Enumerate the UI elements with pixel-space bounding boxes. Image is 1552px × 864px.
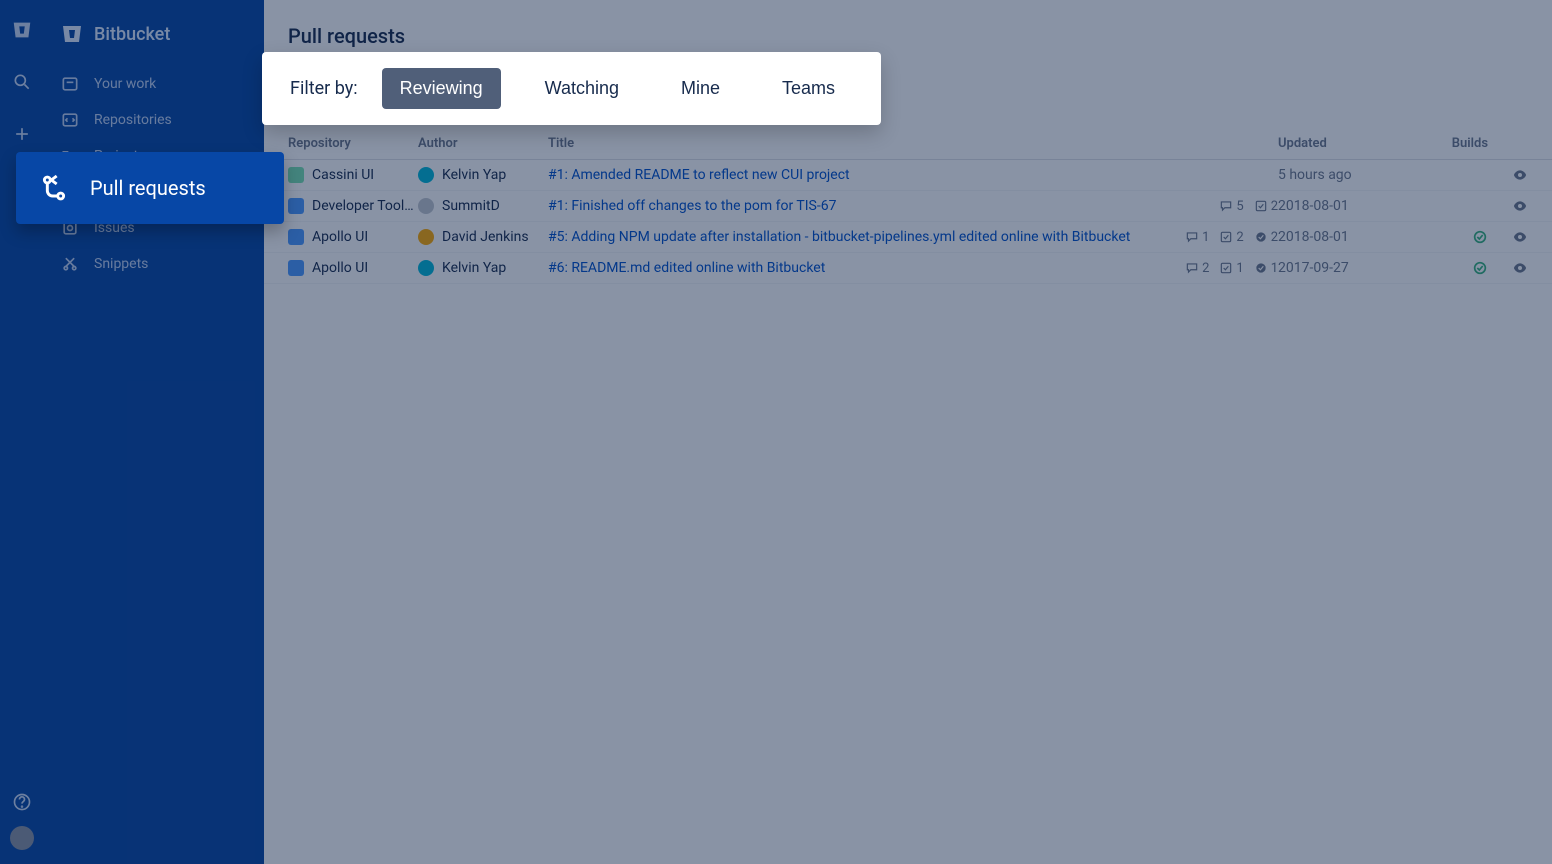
filter-label: Filter by: xyxy=(290,78,358,99)
global-rail xyxy=(0,0,44,864)
create-icon[interactable] xyxy=(10,122,34,146)
help-icon[interactable] xyxy=(10,790,34,814)
author-name: Kelvin Yap xyxy=(442,260,506,276)
repo-cell[interactable]: Apollo UI xyxy=(288,260,418,276)
updated-cell: 2018-08-01 xyxy=(1278,229,1398,245)
watch-icon[interactable] xyxy=(1488,167,1528,183)
author-cell[interactable]: David Jenkins xyxy=(418,229,548,245)
filter-reviewing[interactable]: Reviewing xyxy=(382,68,501,109)
table-row[interactable]: Cassini UI Kelvin Yap #1: Amended README… xyxy=(264,160,1552,191)
popout-nav-label: Pull requests xyxy=(90,176,206,200)
meta-cell: 122 xyxy=(1158,230,1278,245)
table-row[interactable]: Developer Tool… SummitD #1: Finished off… xyxy=(264,191,1552,222)
sidebar-item-snippets[interactable]: Snippets xyxy=(44,246,264,282)
author-cell[interactable]: Kelvin Yap xyxy=(418,260,548,276)
popout-filter-bar: Filter by: Reviewing Watching Mine Teams xyxy=(262,52,881,125)
table-row[interactable]: Apollo UI Kelvin Yap #6: README.md edite… xyxy=(264,253,1552,284)
sidebar-item-label: Your work xyxy=(94,76,156,92)
task-count: 2 xyxy=(1219,230,1243,245)
repositories-icon xyxy=(60,110,80,130)
repo-name: Apollo UI xyxy=(312,229,368,245)
bitbucket-icon xyxy=(60,22,84,46)
brand-name: Bitbucket xyxy=(94,24,170,45)
author-cell[interactable]: Kelvin Yap xyxy=(418,167,548,183)
watch-icon[interactable] xyxy=(1488,229,1528,245)
pr-title[interactable]: #6: README.md edited online with Bitbuck… xyxy=(548,260,1158,276)
snippets-icon xyxy=(60,254,80,274)
meta-cell: 52 xyxy=(1158,199,1278,214)
table-header: Repository Author Title Updated Builds xyxy=(264,128,1552,160)
sidebar-item-your-work[interactable]: Your work xyxy=(44,66,264,102)
builds-cell xyxy=(1398,260,1488,276)
approval-count: 2 xyxy=(1254,230,1278,245)
pr-title[interactable]: #1: Finished off changes to the pom for … xyxy=(548,198,1158,214)
comment-count: 2 xyxy=(1185,261,1209,276)
bitbucket-logo-icon[interactable] xyxy=(10,18,34,42)
watch-icon[interactable] xyxy=(1488,198,1528,214)
main-content: Pull requests Filter by: Reviewing Watch… xyxy=(264,0,1552,864)
repo-name: Apollo UI xyxy=(312,260,368,276)
sidebar-item-repositories[interactable]: Repositories xyxy=(44,102,264,138)
author-cell[interactable]: SummitD xyxy=(418,198,548,214)
author-name: Kelvin Yap xyxy=(442,167,506,183)
builds-cell xyxy=(1398,229,1488,245)
pr-title[interactable]: #1: Amended README to reflect new CUI pr… xyxy=(548,167,1158,183)
profile-avatar[interactable] xyxy=(10,826,34,850)
repo-avatar-icon xyxy=(288,198,304,214)
updated-cell: 2017-09-27 xyxy=(1278,260,1398,276)
repo-cell[interactable]: Developer Tool… xyxy=(288,198,418,214)
comment-count: 1 xyxy=(1185,230,1209,245)
task-count: 1 xyxy=(1219,261,1243,276)
filter-mine[interactable]: Mine xyxy=(663,68,738,109)
repo-avatar-icon xyxy=(288,167,304,183)
col-builds[interactable]: Builds xyxy=(1398,136,1488,151)
repo-name: Cassini UI xyxy=(312,167,374,183)
pr-table: Repository Author Title Updated Builds C… xyxy=(264,128,1552,284)
sidebar-item-label: Snippets xyxy=(94,256,148,272)
repo-avatar-icon xyxy=(288,260,304,276)
author-avatar-icon xyxy=(418,229,434,245)
search-icon[interactable] xyxy=(10,70,34,94)
your-work-icon xyxy=(60,74,80,94)
repo-name: Developer Tool… xyxy=(312,198,414,214)
comment-count: 5 xyxy=(1219,199,1243,214)
pr-title[interactable]: #5: Adding NPM update after installation… xyxy=(548,229,1158,245)
sidebar: Bitbucket Your work Repositories Project… xyxy=(44,0,264,864)
author-avatar-icon xyxy=(418,198,434,214)
brand[interactable]: Bitbucket xyxy=(44,22,264,66)
updated-cell: 5 hours ago xyxy=(1278,167,1398,183)
author-name: SummitD xyxy=(442,198,500,214)
col-title[interactable]: Title xyxy=(548,136,1158,151)
watch-icon[interactable] xyxy=(1488,260,1528,276)
repo-cell[interactable]: Apollo UI xyxy=(288,229,418,245)
col-author[interactable]: Author xyxy=(418,136,548,151)
pull-requests-icon xyxy=(38,172,70,204)
filter-watching[interactable]: Watching xyxy=(527,68,637,109)
col-updated[interactable]: Updated xyxy=(1278,136,1398,151)
popout-nav-pull-requests[interactable]: Pull requests xyxy=(16,152,284,224)
author-avatar-icon xyxy=(418,260,434,276)
col-repository[interactable]: Repository xyxy=(288,136,418,151)
task-count: 2 xyxy=(1254,199,1278,214)
repo-cell[interactable]: Cassini UI xyxy=(288,167,418,183)
table-row[interactable]: Apollo UI David Jenkins #5: Adding NPM u… xyxy=(264,222,1552,253)
author-avatar-icon xyxy=(418,167,434,183)
filter-teams[interactable]: Teams xyxy=(764,68,853,109)
sidebar-item-label: Repositories xyxy=(94,112,172,128)
repo-avatar-icon xyxy=(288,229,304,245)
updated-cell: 2018-08-01 xyxy=(1278,198,1398,214)
meta-cell: 211 xyxy=(1158,261,1278,276)
author-name: David Jenkins xyxy=(442,229,529,245)
approval-count: 1 xyxy=(1254,261,1278,276)
